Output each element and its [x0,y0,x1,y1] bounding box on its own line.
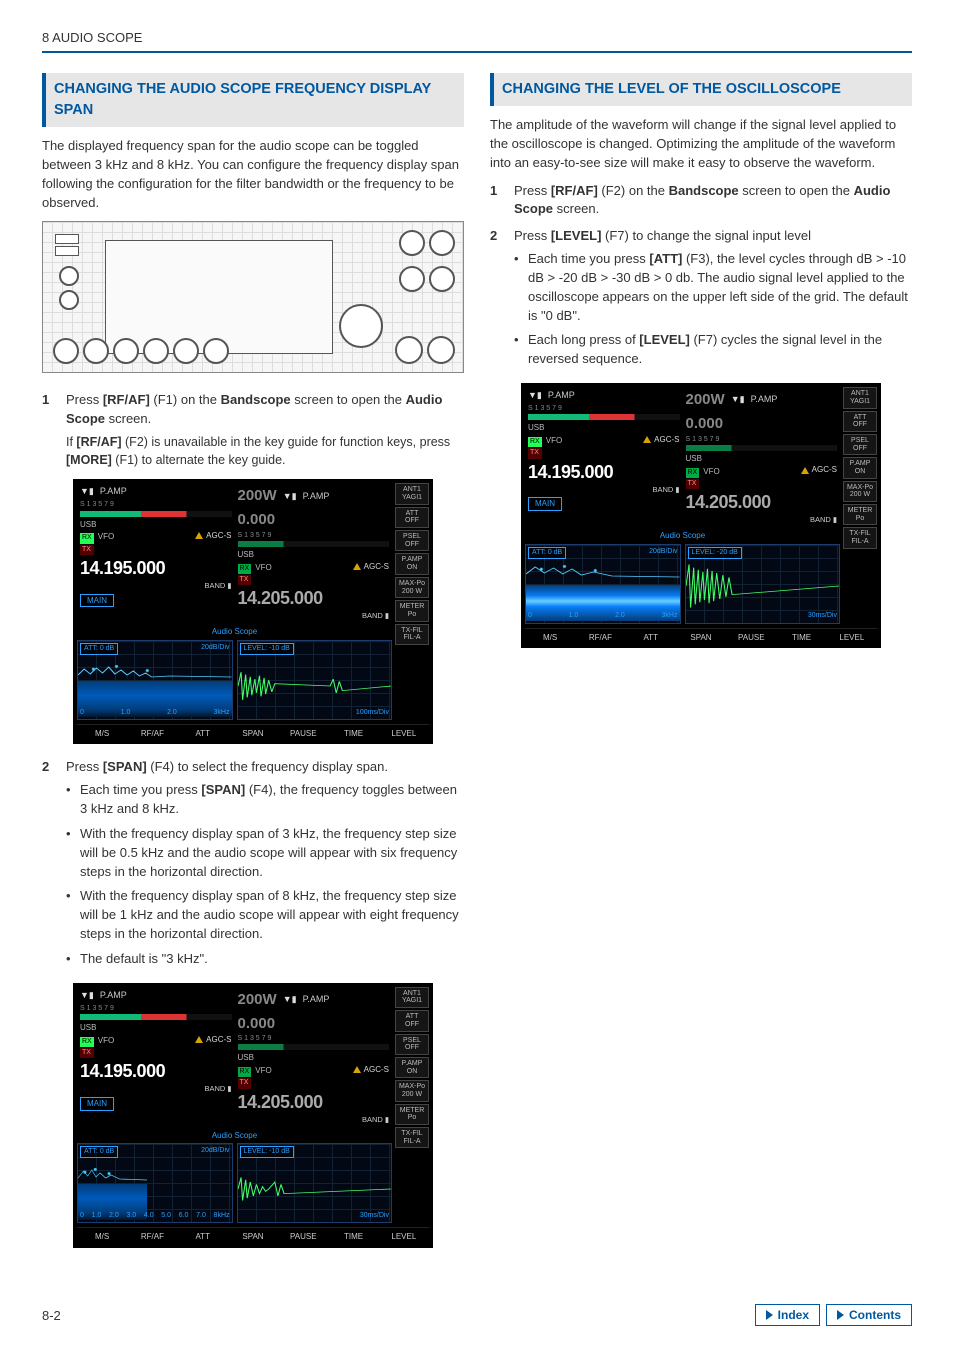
side-att: ATTOFF [395,507,429,528]
side-psel: PSELOFF [395,530,429,551]
radio-front-panel-diagram [42,221,464,373]
side-maxpo: MAX-Po200 W [395,577,429,598]
columns: CHANGING THE AUDIO SCOPE FREQUENCY DISPL… [42,73,912,1262]
oscilloscope-graph-level: LEVEL: -20 dB 30ms/Div [685,544,841,624]
index-link[interactable]: Index [755,1304,820,1326]
section-heading-level: CHANGING THE LEVEL OF THE OSCILLOSCOPE [490,73,912,106]
left-column: CHANGING THE AUDIO SCOPE FREQUENCY DISPL… [42,73,464,1262]
side-ant: ANT1YAGI1 [395,483,429,504]
section-heading-span: CHANGING THE AUDIO SCOPE FREQUENCY DISPL… [42,73,464,127]
right-intro: The amplitude of the waveform will chang… [490,116,912,173]
fft-graph: ATT: 0 dB 20dB/Div 01.02.03kHz [77,640,233,720]
audio-scope-screenshot-3khz: ▼▮P.AMP S 1 3 5 7 9 USB RXTX VFO AGC-S 1… [73,479,433,744]
left-step-2: 2 Press [SPAN] (F4) to select the freque… [42,758,464,974]
right-step-1: 1 Press [RF/AF] (F2) on the Bandscope sc… [490,182,912,220]
side-meter: METERPo [395,600,429,621]
header-rule [42,51,912,53]
side-pamp: P.AMPON [395,553,429,574]
left-step-1: 1 Press [RF/AF] (F1) on the Bandscope sc… [42,391,464,429]
footer: 8-2 Index Contents [42,1304,912,1326]
audio-scope-screenshot-level: ▼▮P.AMP S 1 3 5 7 9 USB RXTX VFO AGC-S 1… [521,383,881,648]
function-keys: M/SRF/AFATTSPANPAUSETIMELEVEL [77,724,429,743]
left-step-1-note: If [RF/AF] (F2) is unavailable in the ke… [66,433,464,469]
right-column: CHANGING THE LEVEL OF THE OSCILLOSCOPE T… [490,73,912,1262]
fft-graph-8k: ATT: 0 dB 20dB/Div 01.02.03.04.05.06.07.… [77,1143,233,1223]
fft-graph-level: ATT: 0 dB 20dB/Div 01.02.03kHz [525,544,681,624]
oscilloscope-graph: LEVEL: -10 dB 100ms/Div [237,640,393,720]
oscilloscope-graph-8k: LEVEL: -10 dB 30ms/Div [237,1143,393,1223]
side-txfil: TX-FILFIL-A [395,624,429,645]
chapter-header: 8 AUDIO SCOPE [42,30,912,51]
audio-scope-screenshot-8khz: ▼▮P.AMP S 1 3 5 7 9 USB RXTX VFO AGC-S 1… [73,983,433,1248]
right-step-2: 2 Press [LEVEL] (F7) to change the signa… [490,227,912,375]
page: 8 AUDIO SCOPE CHANGING THE AUDIO SCOPE F… [0,0,954,1350]
contents-link[interactable]: Contents [826,1304,912,1326]
page-number: 8-2 [42,1308,61,1323]
left-intro: The displayed frequency span for the aud… [42,137,464,212]
